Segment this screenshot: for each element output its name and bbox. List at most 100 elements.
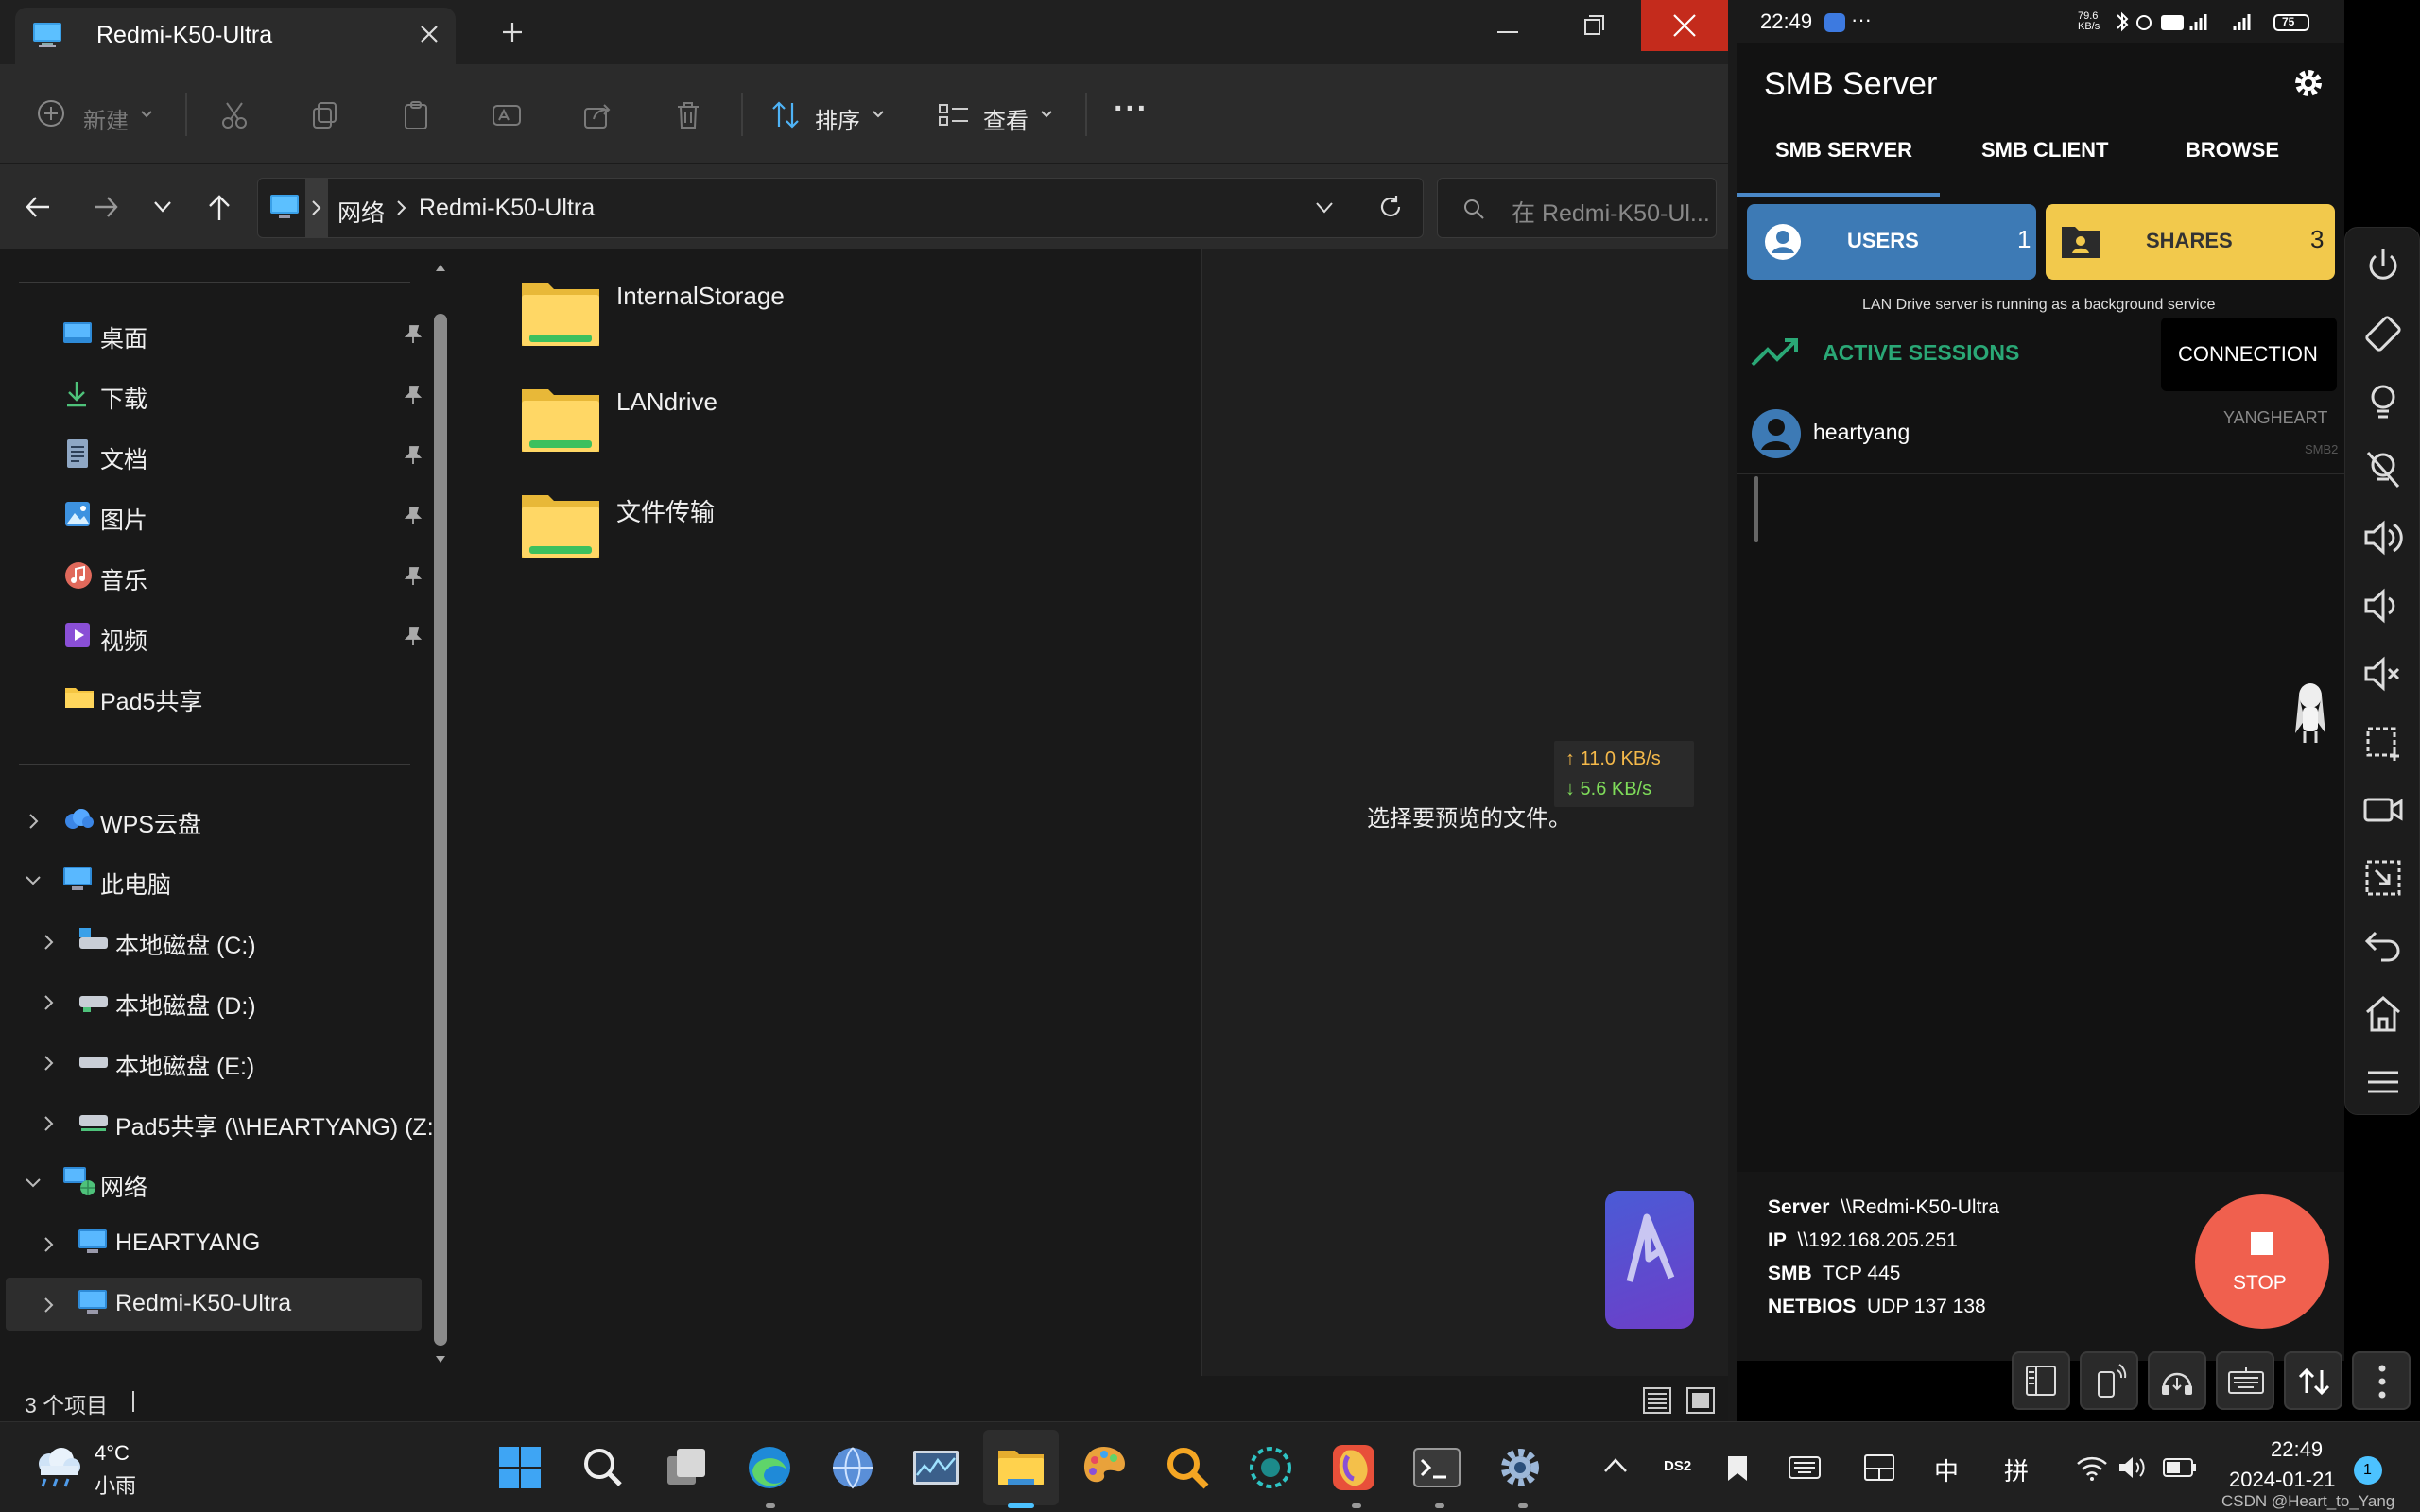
screenshot-icon[interactable]: [2362, 721, 2404, 763]
nav-documents[interactable]: 文档: [6, 429, 423, 482]
nav-heartyang[interactable]: HEARTYANG: [6, 1217, 422, 1270]
tab-browse[interactable]: BROWSE: [2186, 138, 2279, 163]
tab-smb-client[interactable]: SMB CLIENT: [1981, 138, 2108, 163]
tool-phone-button[interactable]: [2080, 1351, 2138, 1410]
record-video-icon[interactable]: [2362, 789, 2404, 831]
wifi-icon[interactable]: [2076, 1454, 2108, 1481]
close-window-button[interactable]: [1641, 0, 1728, 51]
folder-landrive[interactable]: LANdrive: [520, 384, 917, 459]
tab-redmi[interactable]: Redmi-K50-Ultra: [15, 8, 456, 64]
volume-up-icon[interactable]: [2362, 517, 2404, 558]
resize-window-icon[interactable]: [2362, 857, 2404, 899]
settings-gear-icon[interactable]: [2291, 66, 2325, 100]
delete-icon[interactable]: [673, 100, 703, 130]
recent-chevron-icon[interactable]: [153, 200, 172, 214]
tray-bookmark-icon[interactable]: [1724, 1454, 1751, 1483]
nav-network[interactable]: 网络: [6, 1157, 422, 1210]
nav-redmi-selected[interactable]: Redmi-K50-Ultra: [6, 1278, 422, 1331]
breadcrumb-device[interactable]: Redmi-K50-Ultra: [419, 195, 595, 222]
volume-down-icon[interactable]: [2362, 585, 2404, 627]
battery-icon[interactable]: [2163, 1456, 2197, 1479]
nav-drive-e[interactable]: 本地磁盘 (E:): [6, 1036, 422, 1089]
tray-ds-icon[interactable]: DS2: [1664, 1458, 1691, 1474]
folder-file-transfer[interactable]: 文件传输: [520, 490, 917, 565]
keyboard-icon[interactable]: [1789, 1456, 1821, 1479]
tiles-view-icon[interactable]: [1686, 1387, 1715, 1414]
paint-icon[interactable]: [1078, 1441, 1131, 1494]
search-icon[interactable]: [577, 1441, 630, 1494]
light-on-icon[interactable]: [2362, 381, 2404, 422]
volume-icon[interactable]: [2118, 1454, 2150, 1481]
resource-monitor-icon[interactable]: [909, 1441, 962, 1494]
globe-browser-icon[interactable]: [826, 1441, 879, 1494]
breadcrumb-chevron[interactable]: [305, 179, 328, 237]
tool-keyboard-button[interactable]: [2216, 1351, 2274, 1410]
light-off-icon[interactable]: [2362, 449, 2404, 490]
nav-downloads[interactable]: 下载: [6, 369, 423, 421]
terminal-icon[interactable]: [1410, 1441, 1463, 1494]
nav-wps-cloud[interactable]: WPS云盘: [6, 794, 422, 847]
tab-smb-server[interactable]: SMB SERVER: [1775, 138, 1912, 163]
breadcrumb-network[interactable]: 网络: [337, 195, 385, 229]
rename-icon[interactable]: [492, 100, 522, 130]
ime-chinese[interactable]: 中: [1934, 1452, 1959, 1487]
back-icon[interactable]: [25, 195, 51, 219]
settings-icon[interactable]: [1494, 1441, 1547, 1494]
tray-chevron-up-icon[interactable]: [1603, 1456, 1628, 1475]
rotate-screen-icon[interactable]: [2362, 313, 2404, 354]
folder-internal-storage[interactable]: InternalStorage: [520, 278, 917, 353]
menu-icon[interactable]: [2362, 1061, 2404, 1103]
everything-search-icon[interactable]: [1161, 1441, 1214, 1494]
close-tab-icon[interactable]: [418, 23, 441, 45]
power-icon[interactable]: [2362, 245, 2404, 286]
start-icon[interactable]: [493, 1441, 546, 1494]
forward-icon[interactable]: [93, 195, 119, 219]
tool-transfer-button[interactable]: [2284, 1351, 2342, 1410]
tablet-mode-icon[interactable]: [1864, 1454, 1894, 1481]
task-view-icon[interactable]: [660, 1441, 713, 1494]
file-explorer-icon[interactable]: [994, 1441, 1047, 1494]
cut-icon[interactable]: [219, 100, 250, 130]
copy-icon[interactable]: [310, 100, 340, 130]
network-app-icon[interactable]: [1244, 1441, 1297, 1494]
back-icon[interactable]: [2362, 925, 2404, 967]
restore-icon[interactable]: [1582, 13, 1607, 38]
weather-widget[interactable]: 4°C 小雨: [28, 1439, 161, 1498]
nav-scrollbar[interactable]: [429, 249, 452, 1376]
nav-pad5-share[interactable]: Pad5共享: [6, 671, 422, 724]
tool-audio-button[interactable]: [2148, 1351, 2206, 1410]
users-card[interactable]: USERS 1: [1747, 204, 2036, 280]
home-icon[interactable]: [2362, 993, 2404, 1035]
nav-drive-z[interactable]: Pad5共享 (\\HEARTYANG) (Z:: [6, 1096, 434, 1149]
more-options-button[interactable]: ···: [1114, 91, 1149, 128]
clock-time[interactable]: 22:49: [2271, 1437, 2323, 1462]
up-icon[interactable]: [208, 195, 231, 221]
nav-drive-c[interactable]: 本地磁盘 (C:): [6, 915, 422, 968]
nav-drive-d[interactable]: 本地磁盘 (D:): [6, 975, 422, 1028]
scrollbar-thumb[interactable]: [434, 314, 447, 1346]
tool-panel-button[interactable]: [2012, 1351, 2070, 1410]
ime-pinyin[interactable]: 拼: [2004, 1452, 2029, 1487]
nav-desktop[interactable]: 桌面: [6, 308, 423, 361]
new-tab-icon[interactable]: [501, 21, 524, 43]
session-row[interactable]: heartyang YANGHEART SMB2: [1737, 397, 2344, 474]
floating-app-icon[interactable]: [1605, 1191, 1694, 1329]
nav-this-pc[interactable]: 此电脑: [6, 854, 422, 907]
share-icon[interactable]: [582, 100, 613, 130]
minimize-icon[interactable]: [1495, 23, 1520, 42]
search-box[interactable]: 在 Redmi-K50-Ul...: [1437, 178, 1717, 238]
stop-button[interactable]: STOP: [2195, 1194, 2329, 1329]
edge-browser-icon[interactable]: [743, 1441, 796, 1494]
paste-icon[interactable]: [401, 100, 431, 130]
mute-icon[interactable]: [2362, 653, 2404, 695]
nav-videos[interactable]: 视频: [6, 610, 423, 663]
details-view-icon[interactable]: [1643, 1387, 1671, 1414]
nav-music[interactable]: 音乐: [6, 550, 423, 603]
floating-mascot-icon[interactable]: [2291, 682, 2329, 745]
nav-pictures[interactable]: 图片: [6, 490, 423, 542]
shares-card[interactable]: SHARES 3: [2046, 204, 2335, 280]
notification-badge[interactable]: 1: [2354, 1456, 2382, 1485]
clock-date[interactable]: 2024-01-21: [2229, 1468, 2336, 1492]
address-bar[interactable]: 网络 Redmi-K50-Ultra: [257, 178, 1424, 238]
tool-more-button[interactable]: [2352, 1351, 2411, 1410]
